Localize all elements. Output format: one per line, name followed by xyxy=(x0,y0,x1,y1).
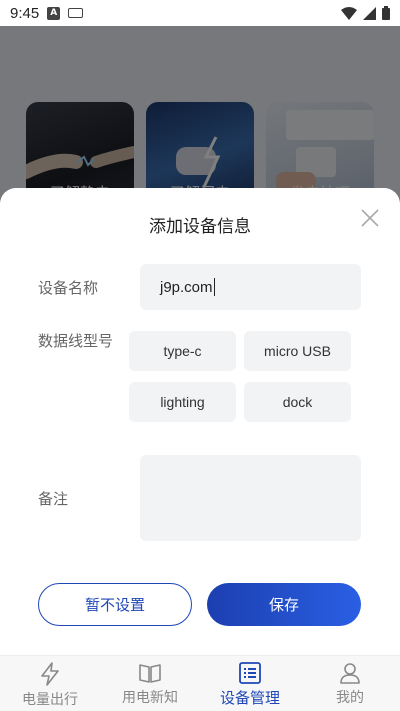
user-icon xyxy=(340,663,360,684)
add-device-sheet: 添加设备信息 设备名称 j9p.com 数据线型号 type-c micro U… xyxy=(0,188,400,655)
tab-power-travel[interactable]: 电量出行 xyxy=(0,656,100,711)
tab-label: 电量出行 xyxy=(22,692,78,708)
cable-option-micro-usb[interactable]: micro USB xyxy=(244,331,351,371)
cellular-icon xyxy=(363,6,376,20)
tab-label: 设备管理 xyxy=(219,689,280,707)
device-name-label: 设备名称 xyxy=(38,279,99,297)
tab-device-management[interactable]: 设备管理 xyxy=(200,656,300,711)
cable-option-type-c[interactable]: type-c xyxy=(129,331,236,371)
device-name-value: j9p.com xyxy=(160,278,213,296)
list-icon xyxy=(239,662,261,684)
skip-button[interactable]: 暂不设置 xyxy=(38,583,192,626)
remark-label: 备注 xyxy=(38,490,69,508)
lightning-icon xyxy=(41,662,59,686)
tab-electricity-knowledge[interactable]: 用电新知 xyxy=(100,656,200,711)
text-cursor xyxy=(213,278,215,296)
tab-label: 用电新知 xyxy=(122,690,178,706)
remark-textarea[interactable] xyxy=(140,455,361,541)
cable-type-label: 数据线型号 xyxy=(38,332,114,350)
status-bar: 9:45 A xyxy=(0,0,400,26)
cable-option-lighting[interactable]: lighting xyxy=(129,382,236,422)
device-name-input[interactable]: j9p.com xyxy=(140,264,361,310)
battery-icon xyxy=(382,6,390,20)
book-icon xyxy=(139,664,161,683)
status-time: 9:45 xyxy=(10,4,40,22)
save-button[interactable]: 保存 xyxy=(207,583,361,626)
cable-option-dock[interactable]: dock xyxy=(244,382,351,422)
sheet-title: 添加设备信息 xyxy=(149,217,251,237)
bottom-tab-bar: 电量出行 用电新知 设备管理 我的 xyxy=(0,655,400,711)
tab-label: 我的 xyxy=(336,690,364,706)
keyboard-icon xyxy=(68,8,84,18)
tab-mine[interactable]: 我的 xyxy=(300,656,400,711)
close-icon[interactable] xyxy=(360,208,380,228)
wifi-icon xyxy=(341,6,357,20)
notification-a-icon: A xyxy=(47,6,61,20)
